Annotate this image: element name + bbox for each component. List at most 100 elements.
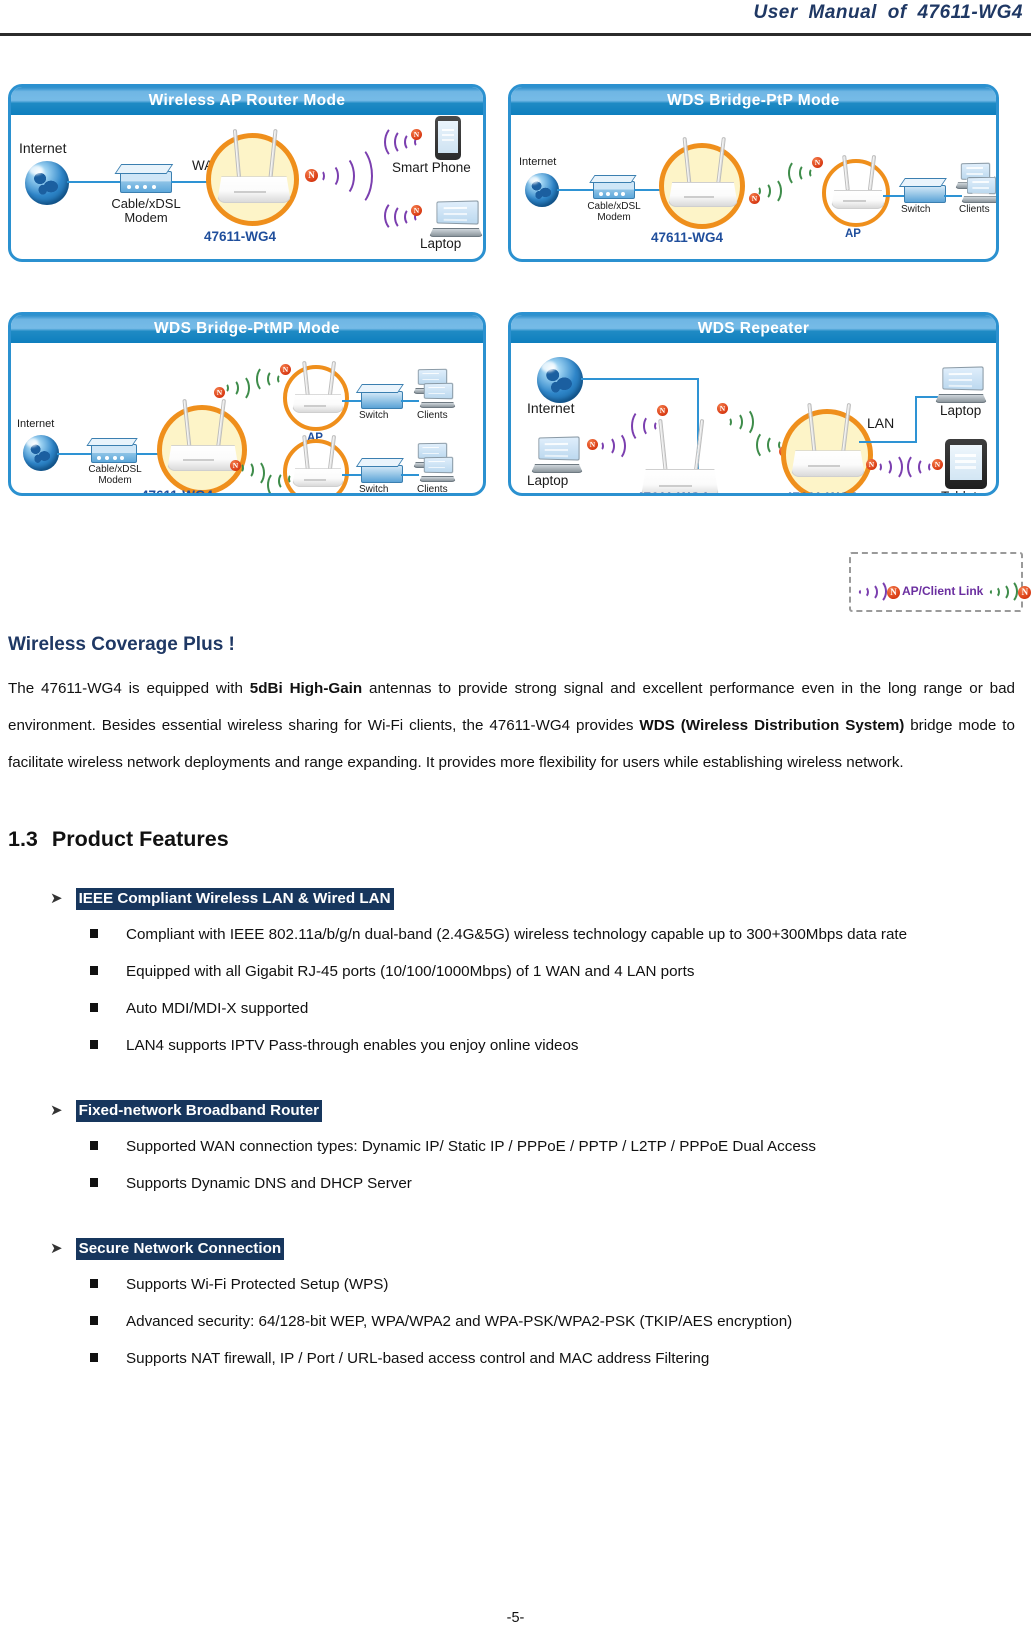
clients2-label: Clients: [417, 484, 448, 495]
modem-top-face: [86, 437, 138, 447]
router-name-label: 47611-WG4: [204, 229, 277, 244]
diagram-panel-wds-repeater: WDS Repeater Internet Laptop N N N LAN L…: [508, 312, 999, 496]
laptop-screen: [942, 366, 984, 391]
list-item: Supported WAN connection types: Dynamic …: [90, 1128, 1015, 1165]
switch-label: Switch: [901, 204, 931, 215]
tablet-link-n-badge-right: N: [932, 459, 943, 470]
phone-screen: [438, 121, 458, 153]
modem-top-face: [114, 163, 174, 174]
paragraph-bold-1: 5dBi High-Gain: [249, 680, 363, 697]
square-bullet-icon: [90, 1279, 98, 1288]
list-item-text: Equipped with all Gigabit RJ-45 ports (1…: [126, 963, 695, 980]
list-item-text: Supported WAN connection types: Dynamic …: [126, 1138, 816, 1155]
switch2-label: Switch: [359, 484, 389, 495]
internet-label: Internet: [17, 418, 55, 430]
cable-modem-icon: [589, 175, 636, 199]
list-item-text: Supports Wi-Fi Protected Setup (WPS): [126, 1276, 389, 1293]
feature-group-ieee: ➤ IEEE Compliant Wireless LAN & Wired LA…: [8, 888, 1015, 1064]
ap2-antenna-left: [302, 434, 310, 471]
internet-label: Internet: [519, 156, 557, 168]
internet-globe-icon: [537, 357, 583, 403]
switch1-label: Switch: [359, 410, 389, 421]
right-laptop-icon: [935, 366, 987, 403]
ap-antenna-left: [842, 154, 850, 192]
list-item: Supports Dynamic DNS and DHCP Server: [90, 1165, 1015, 1202]
laptop-screen: [538, 436, 580, 461]
feature-heading-label: Secure Network Connection: [75, 1238, 285, 1260]
page-footer: -5-: [0, 1610, 1031, 1626]
feature-items: Compliant with IEEE 802.11a/b/g/n dual-b…: [8, 916, 1015, 1064]
left-laptop-label: Laptop: [527, 473, 569, 488]
feature-heading-row: ➤ Secure Network Connection: [50, 1238, 1015, 1260]
modem-leds: [97, 455, 128, 460]
feature-heading-row: ➤ Fixed-network Broadband Router: [50, 1100, 1015, 1122]
router-device-icon: [668, 136, 738, 207]
laptop-label: Laptop: [420, 236, 462, 251]
ap-device-icon: [831, 154, 885, 209]
square-bullet-icon: [90, 1040, 98, 1049]
diagram-legend: N AP/Client Link N WDS Link: [849, 552, 1031, 612]
laptop-screen: [424, 382, 454, 400]
chevron-right-icon: ➤: [50, 1102, 63, 1119]
wds-link-arcs-right: [754, 172, 786, 208]
right-laptop-label: Laptop: [940, 403, 982, 418]
diagram-panel-wds-bridge-ptmp: WDS Bridge-PtMP Mode Internet Cable/xDSL…: [8, 312, 486, 496]
panel-body: Internet Cable/xDSLModem WAN 47611-WG4 N: [11, 115, 483, 259]
feature-items: Supported WAN connection types: Dynamic …: [8, 1128, 1015, 1202]
header-divider: [0, 33, 1031, 36]
list-item: Auto MDI/MDI-X supported: [90, 990, 1015, 1027]
list-item: Equipped with all Gigabit RJ-45 ports (1…: [90, 953, 1015, 990]
feature-group-secure-network: ➤ Secure Network Connection Supports Wi-…: [8, 1238, 1015, 1377]
panel-body: Internet Cable/xDSL Modem 47611-WG4 N N …: [11, 343, 483, 493]
tablet-screen: [950, 445, 982, 480]
ap2-wds-n-badge: N: [283, 495, 294, 496]
feature-heading-label: Fixed-network Broadband Router: [75, 1100, 323, 1122]
router-antenna-left: [182, 398, 192, 450]
router-chassis: [668, 181, 738, 207]
internet-globe-icon: [25, 161, 69, 205]
router2-name-label: 47611-WG4: [785, 490, 857, 493]
laptop-screen: [424, 456, 454, 474]
ap2-device-icon: [292, 434, 344, 487]
internet-label: Internet: [527, 400, 575, 416]
lan-label: LAN: [867, 415, 895, 431]
list-item-text: Auto MDI/MDI-X supported: [126, 1000, 309, 1017]
router2-antenna-left: [807, 402, 817, 456]
switch1-icon: [355, 384, 405, 409]
smart-phone-icon: [435, 116, 461, 160]
ap1-device-icon: [292, 360, 344, 413]
router-device-icon: [217, 128, 291, 203]
laptop-base: [419, 401, 456, 408]
internet-globe-icon: [525, 173, 559, 207]
square-bullet-icon: [90, 1178, 98, 1187]
diagram-panel-ap-router-mode: Wireless AP Router Mode Internet Cable/x…: [8, 84, 486, 262]
router-antenna-right: [215, 398, 227, 450]
legend-item-ap-client-link: N AP/Client Link: [855, 578, 983, 604]
router2-device-icon: [791, 402, 865, 477]
ap-name-label: AP: [845, 228, 861, 240]
feature-heading-row: ➤ IEEE Compliant Wireless LAN & Wired LA…: [50, 888, 1015, 910]
panel-title: WDS Bridge-PtP Mode: [511, 87, 996, 115]
square-bullet-icon: [90, 929, 98, 938]
router2-antenna-right: [840, 402, 852, 456]
client1-laptop-front: [419, 382, 456, 408]
ap-chassis: [831, 189, 885, 209]
laptop-base: [935, 393, 987, 403]
wire-internet-top: [581, 378, 699, 380]
switch2-top-face: [355, 458, 405, 467]
section-number: 1.3: [8, 827, 38, 851]
router-antenna-right: [716, 136, 726, 186]
list-item-text: Supports NAT firewall, IP / Port / URL-b…: [126, 1350, 710, 1367]
switch1-top-face: [355, 384, 405, 393]
list-item: Supports NAT firewall, IP / Port / URL-b…: [90, 1340, 1015, 1377]
deployment-diagrams: Wireless AP Router Mode Internet Cable/x…: [8, 52, 1023, 622]
router-chassis: [217, 176, 291, 203]
modem-top-face: [589, 175, 636, 183]
router-name-label: 47611-WG4: [141, 488, 214, 496]
ap-client-link-legend-arcs: [855, 578, 887, 604]
wire-lan-horizontal: [859, 441, 917, 443]
legend-ap-client-link-label: AP/Client Link: [902, 584, 984, 598]
list-item-text: LAN4 supports IPTV Pass-through enables …: [126, 1037, 579, 1054]
wire-switch1-clients1: [401, 400, 419, 402]
wire-globe-modem: [557, 189, 595, 191]
